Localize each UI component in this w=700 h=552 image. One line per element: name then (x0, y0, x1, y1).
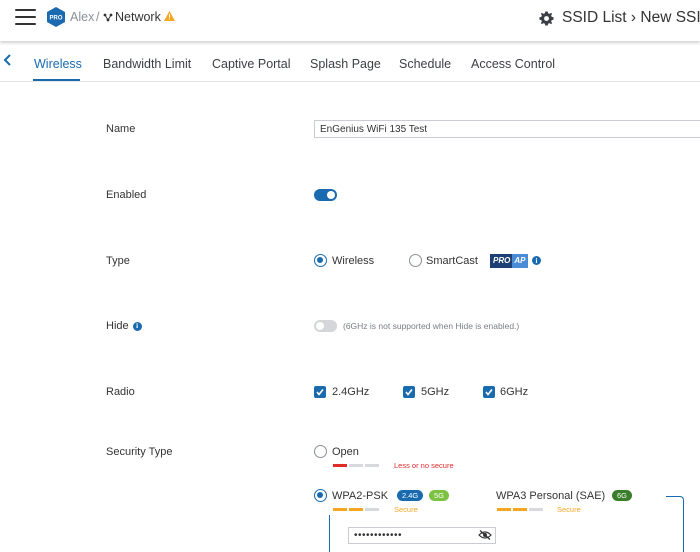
security-type-label: Security Type (106, 446, 173, 458)
hide-note: (6GHz is not supported when Hide is enab… (343, 321, 520, 331)
hide-toggle[interactable] (314, 320, 337, 332)
gear-icon[interactable] (539, 11, 554, 26)
type-info-icon[interactable]: i (532, 256, 541, 265)
tab-captive-portal[interactable]: Captive Portal (212, 57, 291, 71)
hamburger-menu-icon[interactable] (15, 8, 36, 25)
type-smartcast-radio[interactable] (409, 254, 422, 267)
tab-splash-page[interactable]: Splash Page (310, 57, 381, 71)
page-title: SSID List › New SSID (562, 9, 700, 26)
hide-info-icon[interactable]: i (132, 321, 142, 331)
security-open-strength-text: Less or no secure (394, 461, 454, 470)
radio-5ghz-checkbox[interactable] (403, 386, 415, 398)
security-wpa2-strength-text: Secure (394, 505, 418, 514)
radio-5ghz-label: 5GHz (421, 386, 450, 398)
breadcrumb-network[interactable]: Network (103, 10, 161, 24)
pro-logo-icon: PRO (47, 7, 65, 27)
security-wpa3-strength-bar (497, 508, 543, 511)
tab-bar: Wireless Bandwidth Limit Captive Portal … (0, 41, 700, 82)
security-open-strength-bar (333, 464, 379, 467)
radio-24ghz-checkbox[interactable] (314, 386, 326, 398)
breadcrumb-org[interactable]: Alex (70, 10, 94, 24)
tab-access-control[interactable]: Access Control (471, 57, 555, 71)
top-bar: PRO Alex / Network SSID List › New SSID (0, 0, 700, 41)
tab-schedule[interactable]: Schedule (399, 57, 451, 71)
name-label: Name (106, 123, 136, 135)
radio-24ghz-label: 2.4GHz (332, 386, 370, 398)
tab-bandwidth-limit[interactable]: Bandwidth Limit (103, 57, 191, 71)
password-input[interactable] (348, 527, 496, 544)
security-wpa3-strength-text: Secure (557, 505, 581, 514)
security-open-label: Open (332, 446, 359, 458)
badge-24g: 2.4G (397, 490, 424, 501)
eye-slash-icon[interactable] (478, 530, 492, 540)
enabled-label: Enabled (106, 189, 147, 201)
type-wireless-radio[interactable] (314, 254, 327, 267)
breadcrumb-separator: / (96, 10, 100, 24)
breadcrumb-network-label: Network (115, 10, 161, 24)
active-tab-indicator (33, 79, 80, 81)
back-chevron-icon[interactable] (2, 53, 14, 67)
hide-label-text: Hide (106, 320, 129, 332)
security-wpa2-strength-bar (333, 508, 379, 511)
radio-6ghz-label: 6GHz (500, 386, 529, 398)
type-label: Type (106, 255, 130, 267)
security-open-radio[interactable] (314, 445, 327, 458)
type-smartcast-label: SmartCast (426, 255, 478, 267)
network-icon (103, 13, 113, 21)
pro-ap-badge-pro: PRO (490, 254, 513, 268)
pro-ap-badge: PRO AP (490, 254, 529, 268)
radio-label: Radio (106, 386, 135, 398)
security-wpa2-label: WPA2-PSK (332, 490, 389, 502)
badge-5g: 5G (429, 490, 450, 501)
svg-text:PRO: PRO (49, 16, 62, 22)
security-wpa3-label[interactable]: WPA3 Personal (SAE) (496, 490, 605, 502)
security-wpa2-radio[interactable] (314, 489, 327, 502)
enabled-toggle[interactable] (314, 189, 337, 201)
pro-ap-badge-ap: AP (512, 254, 529, 268)
name-input[interactable] (314, 120, 700, 138)
warning-icon[interactable] (164, 11, 175, 21)
type-wireless-label: Wireless (332, 255, 375, 267)
badge-6g: 6G (612, 490, 633, 501)
security-detail-frame-corner (666, 496, 684, 552)
radio-6ghz-checkbox[interactable] (483, 386, 495, 398)
hide-label: Hide i (106, 320, 142, 332)
tab-wireless[interactable]: Wireless (34, 57, 82, 71)
